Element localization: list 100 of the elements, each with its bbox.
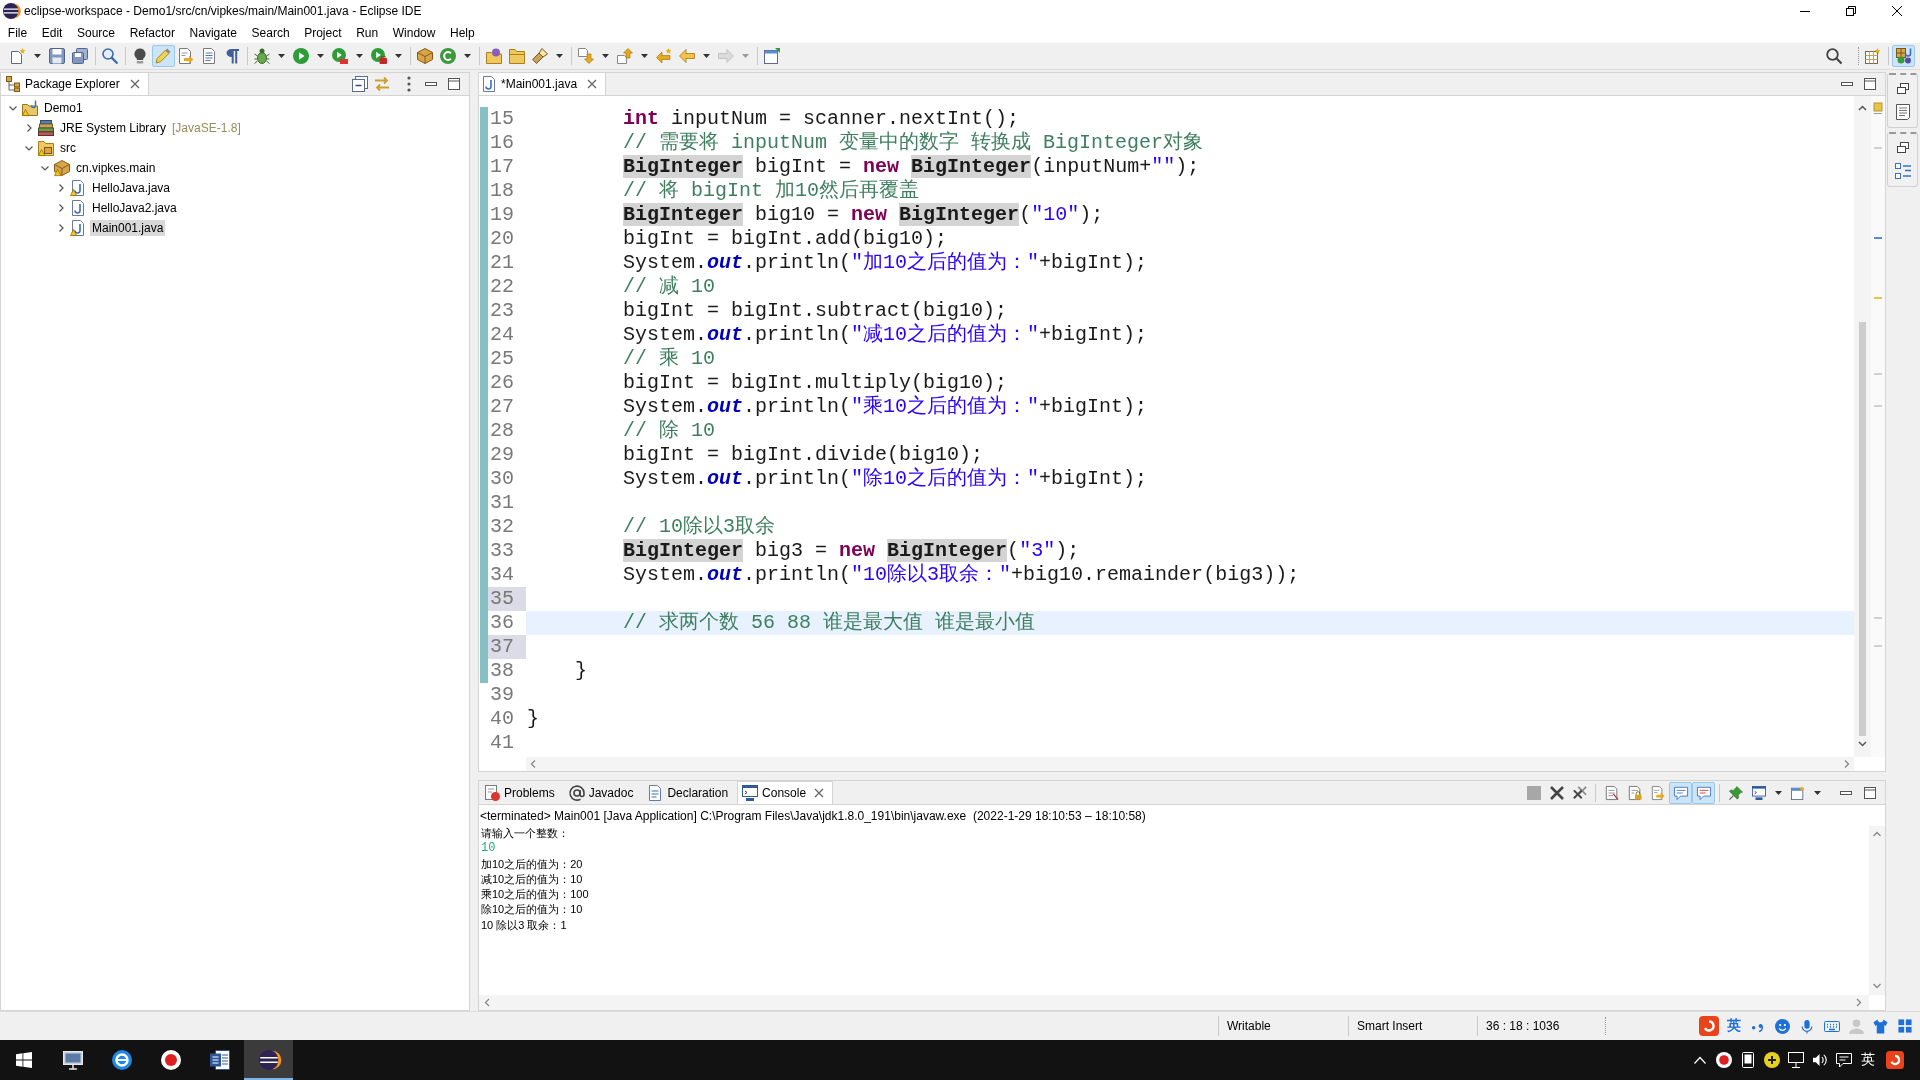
- code-line: System.out.println("减10之后的值为："+bigInt);: [623, 323, 1148, 346]
- smiley-icon[interactable]: [1775, 1018, 1791, 1034]
- code-line: System.out.println("10除以3取余："+big10.remainder(big3));: [623, 563, 1300, 586]
- tree-item[interactable]: Demo1: [42, 100, 85, 116]
- document-arrow-icon: [178, 48, 194, 64]
- maximize-icon[interactable]: [1864, 786, 1876, 799]
- editor-tab[interactable]: *Main001.java: [479, 73, 607, 95]
- vertical-scrollbar[interactable]: [1854, 96, 1871, 757]
- minimize-icon[interactable]: [1840, 790, 1852, 795]
- menu-item[interactable]: Search: [244, 22, 297, 43]
- close-icon[interactable]: [814, 788, 825, 798]
- play-bar-icon: [332, 48, 348, 64]
- microphone-icon[interactable]: [1800, 1018, 1815, 1034]
- logo-icon[interactable]: [1886, 1051, 1904, 1069]
- close-icon[interactable]: [587, 79, 598, 89]
- menu-icon[interactable]: [407, 76, 411, 92]
- menu-item[interactable]: Window: [385, 22, 443, 43]
- menu-item[interactable]: Help: [442, 22, 482, 43]
- list-icon[interactable]: [1894, 163, 1911, 179]
- plus-circle-icon[interactable]: [1764, 1052, 1780, 1068]
- restore-icon: [1846, 6, 1856, 16]
- menu-item[interactable]: Navigate: [182, 22, 245, 43]
- document-lines-icon: [201, 48, 217, 64]
- message-icon[interactable]: [1836, 1052, 1852, 1068]
- shirt-icon[interactable]: [1873, 1018, 1889, 1034]
- highlighter-icon: [155, 48, 171, 64]
- minimize-icon[interactable]: [1841, 82, 1853, 86]
- restore-icon[interactable]: [1896, 83, 1909, 94]
- toolbar-button[interactable]: [1669, 781, 1692, 804]
- document-arrow-icon: [1650, 785, 1665, 800]
- language-indicator[interactable]: 英: [1856, 1051, 1880, 1069]
- menu-item[interactable]: Run: [348, 22, 386, 43]
- chevron-down-icon[interactable]: [41, 165, 49, 171]
- minimize-icon[interactable]: [425, 82, 437, 86]
- chevron-up-icon[interactable]: [1694, 1056, 1706, 1064]
- double-x-icon: [1572, 785, 1587, 800]
- chevron-right-icon[interactable]: [26, 124, 32, 132]
- vertical-scrollbar[interactable]: [1869, 826, 1885, 995]
- grid-balls-icon: [1895, 48, 1912, 64]
- code-line: }: [575, 659, 588, 682]
- caret-icon: [1813, 790, 1821, 795]
- chevron-down-icon[interactable]: [9, 105, 17, 111]
- view-tab[interactable]: Declaration: [642, 781, 738, 804]
- chevron-right-icon[interactable]: [58, 204, 64, 212]
- caret-icon: [317, 54, 324, 58]
- close-icon[interactable]: [129, 79, 140, 89]
- menu-item[interactable]: Refactor: [122, 22, 183, 43]
- horizontal-scrollbar[interactable]: [479, 995, 1869, 1010]
- line-number: 17: [480, 155, 526, 179]
- input-mode-button[interactable]: 英: [1721, 1017, 1746, 1035]
- speaker-icon[interactable]: [1812, 1052, 1828, 1068]
- chevron-down-icon[interactable]: [25, 145, 33, 151]
- chevron-right-icon[interactable]: [58, 184, 64, 192]
- tree-item[interactable]: src: [58, 140, 78, 156]
- at-sign-icon: [568, 785, 585, 801]
- view-tab[interactable]: Problems: [479, 781, 564, 804]
- status-field: Writable: [1218, 1016, 1348, 1036]
- maximize-icon[interactable]: [448, 78, 460, 90]
- document-icon[interactable]: [1894, 104, 1911, 120]
- document-app-icon: [209, 1050, 230, 1070]
- play-icon: [293, 48, 309, 64]
- toolbar-button[interactable]: [1892, 45, 1915, 67]
- tree-item[interactable]: HelloJava2.java: [90, 200, 179, 216]
- x-icon: [1549, 785, 1564, 800]
- document-icon: [647, 785, 664, 801]
- view-tab[interactable]: Javadoc: [563, 781, 643, 804]
- tree-item[interactable]: JRE System Library: [58, 120, 169, 136]
- console-line: 乘10之后的值为：100: [481, 887, 589, 903]
- code-line: // 10除以3取余: [623, 515, 776, 538]
- horizontal-scrollbar[interactable]: [526, 757, 1854, 771]
- window-icon: [764, 48, 780, 64]
- line-number: 16: [480, 131, 526, 155]
- speech-bubble-icon: [1673, 785, 1688, 800]
- menu-item[interactable]: File: [0, 22, 35, 43]
- monitor-icon[interactable]: [1788, 1052, 1804, 1068]
- bug-icon: [254, 48, 270, 64]
- maximize-icon[interactable]: [1864, 78, 1876, 90]
- line-number: 25: [480, 347, 526, 371]
- toolbar-button[interactable]: [1692, 781, 1715, 804]
- menu-item[interactable]: Edit: [34, 22, 70, 43]
- menu-item[interactable]: Project: [296, 22, 349, 43]
- view-tab[interactable]: Package Explorer: [1, 73, 149, 95]
- collapse-all-icon[interactable]: [352, 76, 368, 92]
- tablet-icon[interactable]: [1742, 1052, 1754, 1068]
- line-number: 31: [480, 491, 526, 515]
- menu-item[interactable]: Source: [69, 22, 123, 43]
- tree-item[interactable]: Main001.java: [90, 220, 166, 236]
- view-tab[interactable]: Console: [737, 781, 834, 804]
- grid-icon[interactable]: [1898, 1019, 1913, 1033]
- lightbulb-icon: [132, 48, 148, 64]
- tree-item[interactable]: cn.vipkes.main: [74, 160, 158, 176]
- status-field: Smart Insert: [1348, 1016, 1477, 1036]
- tree-item[interactable]: HelloJava.java: [90, 180, 173, 196]
- caret-icon: [742, 54, 749, 58]
- console-line: 10: [481, 841, 496, 857]
- taskbar-button[interactable]: [244, 1040, 293, 1080]
- record-icon[interactable]: [1716, 1052, 1732, 1068]
- keyboard-icon[interactable]: [1823, 1018, 1840, 1034]
- restore-icon[interactable]: [1896, 142, 1909, 153]
- chevron-right-icon[interactable]: [58, 224, 64, 232]
